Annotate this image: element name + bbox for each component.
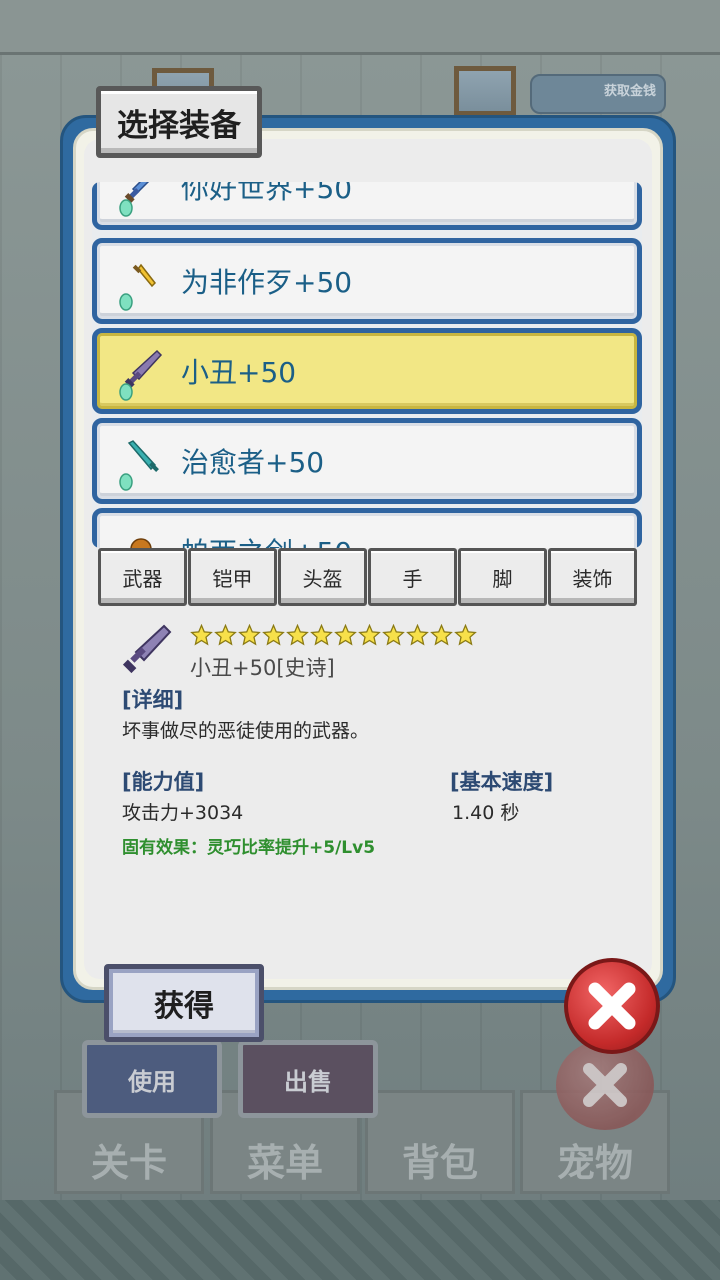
speed-label: [基本速度] (450, 770, 554, 794)
star-icon (310, 624, 333, 646)
inherent-effect: 固有效果：灵巧比率提升+5/Lv5 (122, 838, 376, 858)
nav-bag: 背包 (365, 1090, 515, 1194)
equipment-row[interactable]: 治愈者+50 (92, 418, 642, 504)
gem-icon (119, 383, 133, 401)
star-icon (214, 624, 237, 646)
star-icon (406, 624, 429, 646)
equipment-name: 治愈者+50 (181, 446, 325, 479)
top-bar (0, 0, 720, 55)
rarity-stars (190, 624, 477, 646)
tab-accessory[interactable]: 装饰 (548, 548, 637, 606)
close-button[interactable] (564, 958, 660, 1054)
speed-value: 1.40 秒 (452, 802, 520, 824)
sell-button: 出售 (238, 1040, 378, 1118)
equipment-name: 为非作歹+50 (181, 266, 353, 299)
tab-hand[interactable]: 手 (368, 548, 457, 606)
tab-helmet[interactable]: 头盔 (278, 548, 367, 606)
bronze-sword-icon (130, 538, 152, 548)
attack-stat: 攻击力+3034 (122, 802, 244, 824)
window-decoration (454, 66, 516, 116)
item-full-name: 小丑+50[史诗] (190, 656, 335, 680)
item-description: 坏事做尽的恶徒使用的武器。 (122, 720, 370, 742)
tab-weapon[interactable]: 武器 (98, 548, 187, 606)
star-icon (358, 624, 381, 646)
star-icon (454, 624, 477, 646)
close-x-icon (583, 1063, 627, 1107)
purple-sword-icon (122, 624, 172, 674)
equipment-row[interactable]: 你好世界+50 (92, 182, 642, 230)
star-icon (430, 624, 453, 646)
use-button: 使用 (82, 1040, 222, 1118)
obtain-button[interactable]: 获得 (104, 964, 264, 1042)
stats-label: [能力值] (122, 770, 205, 794)
gem-icon (119, 293, 133, 311)
floor (0, 1200, 720, 1280)
star-icon (334, 624, 357, 646)
star-icon (286, 624, 309, 646)
close-x-icon (588, 982, 636, 1030)
get-gold-button: 获取金钱 (530, 74, 666, 114)
equipment-name: 小丑+50 (181, 356, 297, 389)
equipment-name: 你好世界+50 (181, 182, 353, 205)
equipment-row[interactable]: 为非作歹+50 (92, 238, 642, 324)
dialog-title: 选择装备 (96, 86, 262, 158)
star-icon (190, 624, 213, 646)
star-icon (382, 624, 405, 646)
equipment-name: 帕西之剑+50 (181, 531, 352, 548)
star-icon (238, 624, 261, 646)
tab-foot[interactable]: 脚 (458, 548, 547, 606)
tab-armor[interactable]: 铠甲 (188, 548, 277, 606)
gem-icon (119, 199, 133, 217)
equipment-row[interactable]: 帕西之剑+50 (92, 508, 642, 548)
description-label: [详细] (122, 688, 184, 712)
gem-icon (119, 473, 133, 491)
category-tabs: 武器 铠甲 头盔 手 脚 装饰 (98, 548, 638, 608)
star-icon (262, 624, 285, 646)
equipment-row-selected[interactable]: 小丑+50 (92, 328, 642, 414)
equipment-list[interactable]: 你好世界+50 为非作歹+50 小丑+50 治愈者+50 帕西之剑+50 (92, 182, 642, 548)
